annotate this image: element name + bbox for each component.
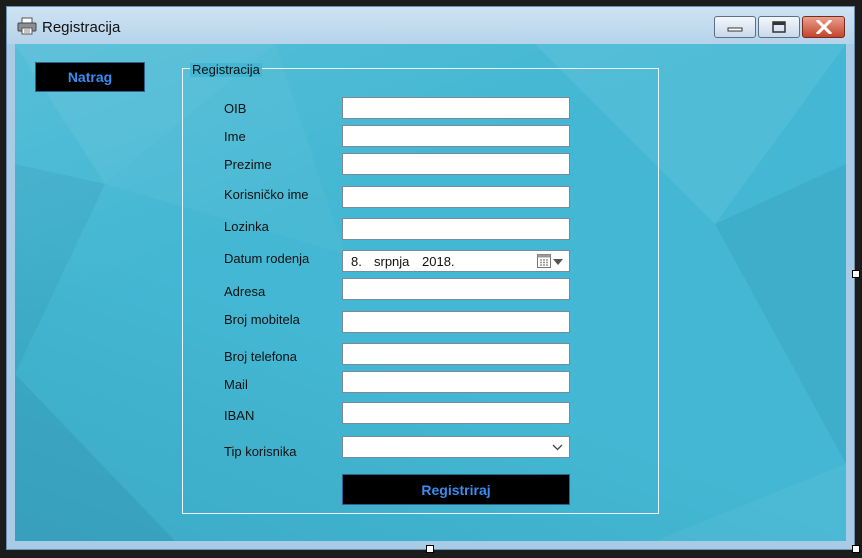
- resize-handle-bottom[interactable]: [426, 545, 434, 553]
- close-icon: [815, 20, 832, 34]
- oib-input[interactable]: [342, 97, 570, 119]
- date-month[interactable]: srpnja: [374, 254, 409, 269]
- minimize-button[interactable]: [714, 16, 756, 38]
- korisnicko-ime-label: Korisničko ime: [224, 187, 309, 202]
- date-day[interactable]: 8.: [351, 254, 362, 269]
- lozinka-label: Lozinka: [224, 219, 269, 234]
- mail-input[interactable]: [342, 371, 570, 393]
- resize-handle-corner[interactable]: [852, 545, 860, 553]
- close-button[interactable]: [802, 16, 845, 38]
- resize-handle-right[interactable]: [852, 270, 860, 278]
- window-title: Registracija: [42, 19, 121, 36]
- maximize-button[interactable]: [758, 16, 800, 38]
- iban-label: IBAN: [224, 408, 255, 423]
- prezime-label: Prezime: [224, 157, 272, 172]
- title-bar[interactable]: Registracija: [7, 7, 854, 44]
- calendar-icon[interactable]: [537, 254, 551, 268]
- datum-rodenja-picker[interactable]: 8. srpnja 2018.: [342, 250, 570, 272]
- back-button[interactable]: Natrag: [35, 62, 145, 92]
- chevron-down-icon[interactable]: [552, 444, 563, 451]
- broj-mobitela-input[interactable]: [342, 311, 570, 333]
- datum-rodenja-label: Datum rodenja: [224, 251, 310, 266]
- oib-label: OIB: [224, 101, 247, 116]
- ime-input[interactable]: [342, 125, 570, 147]
- adresa-label: Adresa: [224, 284, 266, 299]
- prezime-input[interactable]: [342, 153, 570, 175]
- groupbox-legend: Registracija: [190, 62, 262, 77]
- lozinka-input[interactable]: [342, 218, 570, 240]
- chevron-down-icon[interactable]: [553, 259, 563, 265]
- ime-label: Ime: [224, 129, 246, 144]
- broj-mobitela-label: Broj mobitela: [224, 312, 300, 327]
- client-area: Natrag Registracija OIB Ime Prezime Kori…: [15, 44, 846, 541]
- printer-icon: [17, 17, 37, 35]
- maximize-icon: [772, 21, 786, 33]
- date-year[interactable]: 2018.: [422, 254, 455, 269]
- minimize-icon: [727, 27, 743, 32]
- broj-telefona-label: Broj telefona: [224, 349, 297, 364]
- korisnicko-ime-input[interactable]: [342, 186, 570, 208]
- registration-window: Registracija Natrag Registracija OIB Ime…: [6, 6, 855, 550]
- mail-label: Mail: [224, 377, 248, 392]
- tip-korisnika-select[interactable]: [342, 436, 570, 458]
- register-button[interactable]: Registriraj: [342, 474, 570, 505]
- tip-korisnika-label: Tip korisnika: [224, 444, 297, 459]
- adresa-input[interactable]: [342, 278, 570, 300]
- iban-input[interactable]: [342, 402, 570, 424]
- broj-telefona-input[interactable]: [342, 343, 570, 365]
